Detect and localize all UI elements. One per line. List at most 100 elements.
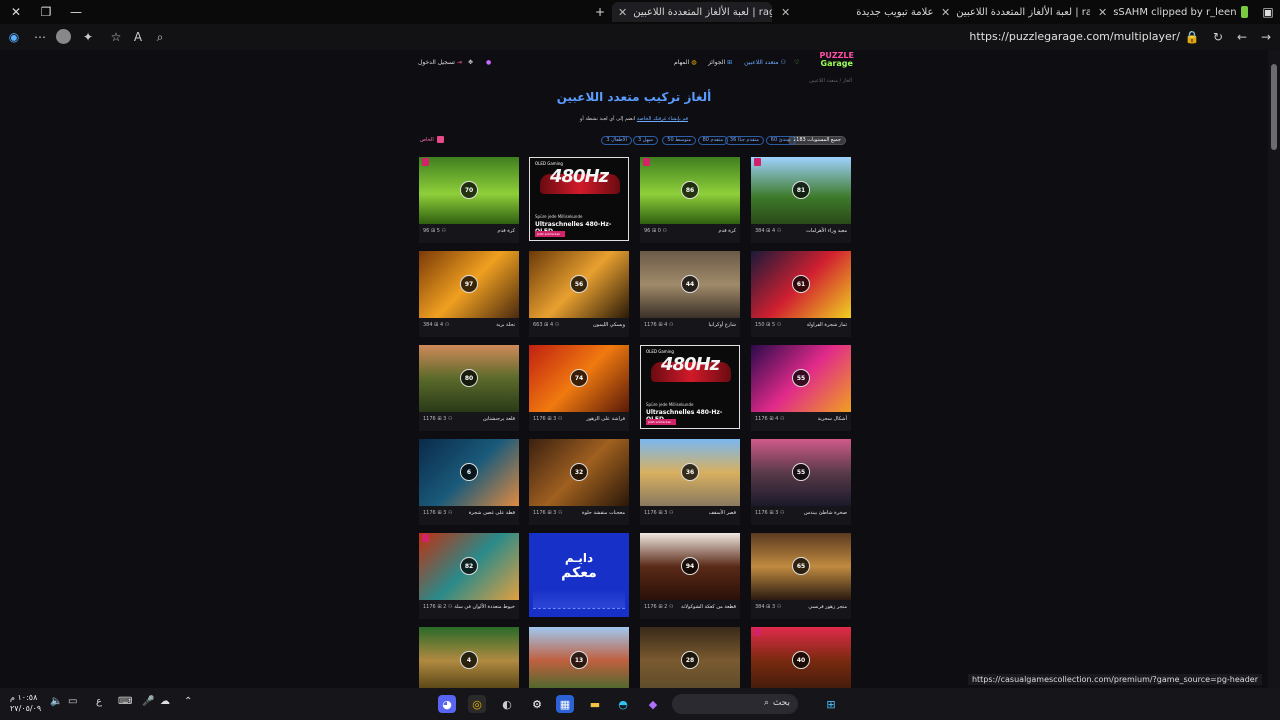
pieces-icon: ⊞ [769, 510, 774, 516]
ad-banner-blue[interactable]: دايـم معكم [529, 533, 629, 617]
multiplayer-link[interactable]: متعدد اللاعبين ⚇ [744, 59, 786, 66]
display-icon[interactable]: ▭ [68, 696, 77, 707]
puzzle-card[interactable]: 36 قصر الأسقف 1176 ⊞ 3 ⚇ [640, 439, 740, 525]
puzzle-card[interactable]: 55 أشكال سحرية 1176 ⊞ 4 ⚇ [751, 345, 851, 431]
scrollbar[interactable] [1268, 50, 1280, 688]
puzzle-card[interactable]: 4أسد في الغابة ⊞ ⚇ [419, 627, 519, 688]
filter-advanced[interactable]: متقدم 80 [697, 136, 728, 145]
puzzle-card[interactable]: 28بطة ⊞ ⚇ [640, 627, 740, 688]
puzzle-card[interactable]: 80 قلعة يرجنشتاين 1176 ⊞ 3 ⚇ [419, 345, 519, 431]
puzzle-card[interactable]: 56 ويسكي الليمون 663 ⊞ 4 ⚇ [529, 251, 629, 337]
puzzle-card[interactable]: 32 معجنات منقشة حلوة 1176 ⊞ 3 ⚇ [529, 439, 629, 525]
tab-puzzle-garage-active[interactable]: ✕ لعبة الألغاز المتعددة اللاعبين | rage [612, 2, 772, 22]
more-icon[interactable]: ⋯ [32, 29, 48, 45]
puzzle-card[interactable]: 70 كرة قدم 96 ⊞ 5 ⚇ [419, 157, 519, 243]
close-tab-icon[interactable]: ✕ [618, 6, 627, 19]
tab-puzzle-garage[interactable]: ✕ لعبة الألغاز المتعددة اللاعبين | rage [935, 2, 1090, 22]
puzzle-card[interactable]: 65 متجر زهور فرنسي 384 ⊞ 3 ⚇ [751, 533, 851, 619]
filter-beginner[interactable]: مبتدئ 60 [765, 136, 796, 145]
store-icon[interactable]: ▦ [556, 695, 574, 713]
volume-icon[interactable]: 🔈 [50, 696, 62, 707]
pieces-count: 1176 [533, 416, 546, 422]
puzzle-card[interactable]: 6 قطة على غصن شجرة 1176 ⊞ 3 ⚇ [419, 439, 519, 525]
minimize-icon[interactable]: — [64, 0, 88, 24]
tab-actions-icon[interactable]: ▣ [1256, 0, 1280, 24]
puzzle-meta: 1176 ⊞ 3 ⚇ [423, 510, 452, 516]
close-tab-icon[interactable]: ✕ [781, 6, 790, 19]
close-tab-icon[interactable]: ✕ [941, 6, 950, 19]
puzzle-meta: 384 ⊞ 4 ⚇ [423, 322, 449, 328]
ad-cta-button[interactable]: Jetzt entdecken [646, 419, 676, 425]
puzzle-card[interactable]: 44 شارع أوكرانيا 1176 ⊞ 4 ⚇ [640, 251, 740, 337]
filter-kids[interactable]: الأطفال 3 [601, 136, 632, 145]
puzzle-card[interactable]: 74 فراشة على الزهور 1176 ⊞ 3 ⚇ [529, 345, 629, 431]
tab-clipped[interactable]: ✕ sSAHM clipped by r_leen [1092, 2, 1252, 22]
progress-badge: 36 [681, 463, 699, 481]
network-icon[interactable]: ☁ [160, 696, 170, 707]
rooms-link[interactable]: الجوائز ⊞ [708, 59, 732, 66]
players-count: 3 [553, 510, 557, 516]
progress-badge: 86 [681, 181, 699, 199]
close-tab-icon[interactable]: ✕ [1098, 6, 1107, 19]
search-icon[interactable]: ⌕ [152, 29, 168, 45]
read-aloud-icon[interactable]: A [130, 29, 146, 45]
chrome-icon[interactable]: ◎ [468, 695, 486, 713]
back-icon[interactable]: ← [1234, 29, 1250, 45]
favorites-icon[interactable]: ♡ [794, 59, 799, 66]
lang-indicator[interactable]: ع [96, 696, 102, 707]
progress-badge: 55 [792, 369, 810, 387]
edge-icon[interactable]: ◓ [614, 695, 632, 713]
filter-all[interactable]: جميع المستويات 1183 [787, 136, 846, 145]
create-room-link[interactable]: قم بإنشاء غرفتك الخاصة [637, 116, 688, 122]
settings-icon[interactable]: ✥ [468, 59, 473, 66]
explorer-icon[interactable]: ▬ [586, 695, 604, 713]
scrollbar-thumb[interactable] [1271, 64, 1277, 150]
clock[interactable]: ١٠:٥٨ م ٢٧/٠٥/٠٩ [10, 692, 41, 714]
filter-easy[interactable]: سهل 3 [632, 136, 658, 145]
keyboard-icon[interactable]: ⌨ [118, 696, 132, 707]
settings-app-icon[interactable]: ⚙ [528, 695, 546, 713]
puzzle-card[interactable]: 81 معبد وراء الأهرامات 384 ⊞ 4 ⚇ [751, 157, 851, 243]
start-icon[interactable]: ⊞ [822, 695, 840, 713]
ad-banner[interactable]: OLED Gaming 480Hz Spüre jede Millisekunde U… [640, 345, 740, 429]
url-field[interactable]: https://puzzlegarage.com/multiplayer/ [969, 30, 1180, 43]
puzzle-card[interactable]: 55 صخرة شاطئ بيندس 1176 ⊞ 3 ⚇ [751, 439, 851, 525]
refresh-icon[interactable]: ↻ [1210, 29, 1226, 45]
new-tab-button[interactable]: + [588, 0, 612, 24]
site-logo[interactable]: PUZZLE Garage [819, 52, 854, 68]
copilot-app-icon[interactable]: ◆ [644, 695, 662, 713]
ad-banner[interactable]: OLED Gaming 480Hz Spüre jede Millisekunde U… [529, 157, 629, 241]
breadcrumb[interactable]: ألغاز / متعدد اللاعبين [809, 78, 852, 84]
puzzle-meta: 96 ⊞ 0 ⚇ [644, 228, 667, 234]
puzzle-card[interactable]: 86 كرة قدم 96 ⊞ 0 ⚇ [640, 157, 740, 243]
mic-icon[interactable]: 🎤 [142, 696, 154, 707]
tab-new-tab[interactable]: ✕ علامة تبويب جديدة [775, 2, 935, 22]
puzzle-name: قطعة من كعكة الشوكولاتة [681, 604, 736, 610]
puzzle-card[interactable]: 13منزل جبلي ⊞ ⚇ [529, 627, 629, 688]
pieces-icon: ⊞ [430, 228, 436, 234]
favorite-icon[interactable]: ☆ [108, 29, 124, 45]
extensions-icon[interactable]: ✦ [80, 29, 96, 45]
tasks-link[interactable]: المهام ◍ [674, 59, 697, 66]
restore-icon[interactable]: ❐ [34, 0, 58, 24]
discord-icon[interactable]: ◕ [438, 695, 456, 713]
puzzle-card[interactable]: 82 خيوط متعددة الألوان في سلة 1176 ⊞ 2 ⚇ [419, 533, 519, 619]
profile-icon[interactable]: ● [486, 59, 491, 66]
forward-icon[interactable]: → [1258, 29, 1274, 45]
ad-cta-button[interactable]: Jetzt entdecken [535, 231, 565, 237]
lock-icon[interactable]: 🔒 [1184, 29, 1200, 45]
avatar[interactable] [56, 29, 71, 44]
puzzle-card[interactable]: 94 قطعة من كعكة الشوكولاتة 1176 ⊞ 2 ⚇ [640, 533, 740, 619]
puzzle-card[interactable]: 40مدخل ⊞ ⚇ [751, 627, 851, 688]
puzzle-card[interactable]: 61 ثمار شجرة الفراولة 150 ⊞ 5 ⚇ [751, 251, 851, 337]
app-icon[interactable]: ◐ [498, 695, 516, 713]
close-window-icon[interactable]: ✕ [4, 0, 28, 24]
copilot-icon[interactable]: ◉ [6, 29, 22, 45]
puzzle-card[interactable]: 97 نحلة برية 384 ⊞ 4 ⚇ [419, 251, 519, 337]
search-input[interactable]: ⌕ بحث [672, 694, 798, 714]
pieces-count: 384 [755, 228, 765, 234]
filter-very-advanced[interactable]: متقدم جدًا 36 [724, 136, 764, 145]
chevron-up-icon[interactable]: ⌃ [184, 696, 192, 707]
filter-medium[interactable]: متوسط 50 [662, 136, 696, 145]
login-link[interactable]: تسجيل الدخول ⇥ [418, 59, 462, 66]
